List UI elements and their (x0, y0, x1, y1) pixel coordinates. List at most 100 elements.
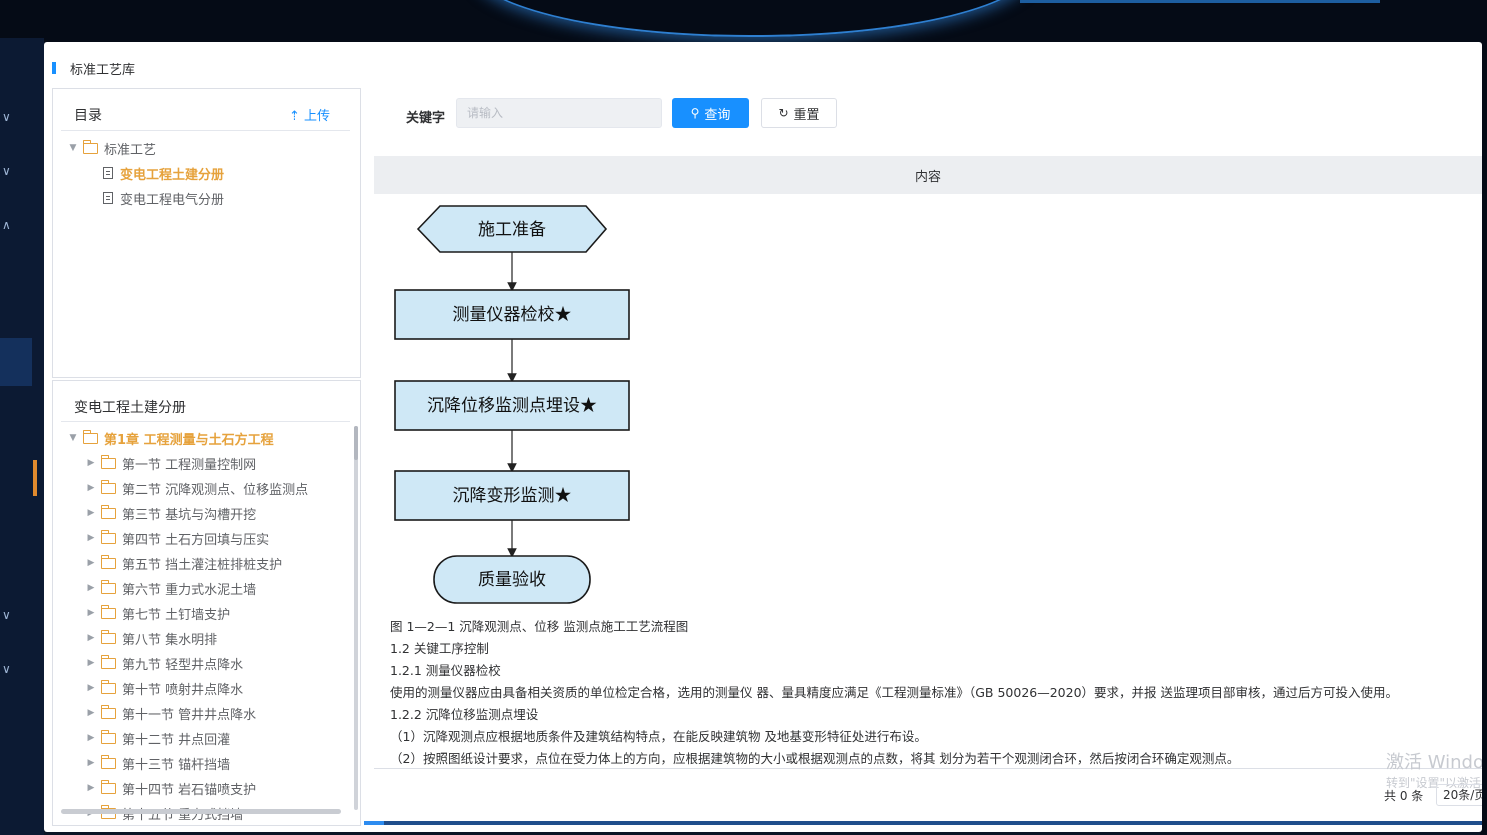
chevron-down-icon[interactable]: ∨ (2, 608, 11, 622)
paragraph: 使用的测量仪器应由具备相关资质的单位检定合格，选用的测量仪 器、量具精度应满足《… (390, 685, 1399, 700)
caret-right-icon[interactable]: ▶ (85, 683, 97, 693)
paragraph: （1）沉降观测点应根据地质条件及建筑结构特点，在能反映建筑物 及地基变形特征处进… (390, 729, 927, 744)
content-horizontal-scrollbar[interactable] (364, 821, 1482, 825)
content-cell: 施工准备 测量仪器检校★ 沉降位移监测点埋设★ 沉降变形监测★ 质量验收 图 1… (374, 194, 1482, 768)
caret-down-icon[interactable]: ▼ (67, 143, 79, 153)
folder-icon (100, 679, 116, 694)
folder-open-icon (82, 139, 98, 154)
caret-right-icon[interactable]: ▶ (85, 733, 97, 743)
tree-section-node[interactable]: ▶ 第二节 沉降观测点、位移监测点 (85, 477, 308, 499)
caret-right-icon[interactable]: ▶ (85, 758, 97, 768)
caret-right-icon[interactable]: ▶ (85, 708, 97, 718)
content-text-block: 图 1—2—1 沉降观测点、位移 监测点施工工艺流程图 1.2 关键工序控制 1… (390, 616, 1482, 768)
folder-icon (100, 579, 116, 594)
tree-section-label: 第七节 土钉墙支护 (122, 607, 231, 623)
caret-right-icon[interactable]: ▶ (85, 483, 97, 493)
chevron-down-icon[interactable]: ∨ (2, 662, 11, 676)
caret-right-icon[interactable]: ▶ (85, 658, 97, 668)
tree-section-node[interactable]: ▶ 第四节 土石方回填与压实 (85, 527, 269, 549)
tree-section-node[interactable]: ▶ 第九节 轻型井点降水 (85, 652, 243, 674)
tree-section-label: 第十节 喷射井点降水 (122, 682, 244, 698)
tree-section-node[interactable]: ▶ 第六节 重力式水泥土墙 (85, 577, 256, 599)
search-button-label: 查询 (704, 107, 731, 123)
app-side-nav: ∨ ∨ ∧ ∨ ∨ (0, 38, 44, 835)
folder-icon (100, 629, 116, 644)
tree-item-civil[interactable]: 变电工程土建分册 (99, 162, 224, 184)
tree-section-node[interactable]: ▶ 第三节 基坑与沟槽开挖 (85, 502, 256, 524)
chevron-up-icon[interactable]: ∧ (2, 218, 11, 232)
catalog-box: 目录 ⇡ 上传 ▼ 标准工艺 变电工程土建分册 变电工程电气分册 (52, 88, 361, 378)
chapter-label: 第1章 工程测量与土石方工程 (104, 432, 274, 448)
flow-step-label: 沉降变形监测★ (453, 486, 572, 506)
panel-header: 标准工艺库 (52, 58, 135, 78)
content-column-header: 内容 (374, 156, 1482, 194)
refresh-icon: ↻ (778, 106, 789, 120)
upload-label: 上传 (303, 109, 330, 124)
pagination-total: 共 0 条 (1384, 789, 1424, 803)
activation-watermark: 激活 Windows (1386, 752, 1482, 773)
figure-caption: 图 1—2—1 沉降观测点、位移 监测点施工工艺流程图 (390, 619, 689, 634)
tree-item-electrical[interactable]: 变电工程电气分册 (99, 187, 224, 209)
tree-section-node[interactable]: ▶ 第七节 土钉墙支护 (85, 602, 230, 624)
chevron-down-icon[interactable]: ∨ (2, 110, 11, 124)
tree-section-label: 第十二节 井点回灌 (122, 732, 231, 748)
chapter-tree-box: 变电工程土建分册 ▼ 第1章 工程测量与土石方工程 ▶ 第一节 工程测量控制网 ▶ 第… (52, 380, 361, 826)
tree-section-label: 第六节 重力式水泥土墙 (122, 582, 257, 598)
tree-section-node[interactable]: ▶ 第十二节 井点回灌 (85, 727, 230, 749)
caret-right-icon[interactable]: ▶ (85, 608, 97, 618)
reset-button[interactable]: ↻ 重置 (761, 98, 837, 128)
content-bottom-border (374, 768, 1482, 769)
paragraph: （2）按照图纸设计要求，点位在受力体上的方向，应根据建筑物的大小或根据观测点的点… (390, 751, 1240, 766)
scrollbar-thumb[interactable] (354, 426, 358, 460)
caret-down-icon[interactable]: ▼ (67, 433, 79, 443)
flow-step-label: 施工准备 (478, 220, 546, 240)
content-header-label: 内容 (914, 169, 941, 185)
tree-section-node[interactable]: ▶ 第十三节 锚杆挡墙 (85, 752, 230, 774)
tree-section-node[interactable]: ▶ 第八节 集水明排 (85, 627, 217, 649)
caret-right-icon[interactable]: ▶ (85, 783, 97, 793)
tree-section-node[interactable]: ▶ 第十四节 岩石锚喷支护 (85, 777, 256, 799)
caret-right-icon[interactable]: ▶ (85, 533, 97, 543)
reset-button-label: 重置 (793, 107, 820, 123)
tree-vertical-scrollbar[interactable] (354, 426, 358, 810)
tree-section-label: 第三节 基坑与沟槽开挖 (122, 507, 257, 523)
folder-icon (100, 454, 116, 469)
scrollbar-thumb[interactable] (364, 821, 384, 825)
tree-item-label: 变电工程电气分册 (120, 192, 225, 208)
tree-section-node[interactable]: ▶ 第一节 工程测量控制网 (85, 452, 256, 474)
search-button[interactable]: ⚲ 查询 (672, 98, 749, 128)
chevron-down-icon[interactable]: ∨ (2, 164, 11, 178)
caret-right-icon[interactable]: ▶ (85, 508, 97, 518)
folder-icon (100, 554, 116, 569)
tree-horizontal-scrollbar[interactable] (61, 809, 341, 814)
caret-right-icon[interactable]: ▶ (85, 633, 97, 643)
tree-root-node[interactable]: ▼ 标准工艺 (67, 137, 156, 159)
caret-right-icon[interactable]: ▶ (85, 558, 97, 568)
caret-right-icon[interactable]: ▶ (85, 458, 97, 468)
banner-line-decoration (1020, 0, 1380, 3)
search-icon: ⚲ (690, 106, 700, 120)
tree-section-node[interactable]: ▶ 第十节 喷射井点降水 (85, 677, 243, 699)
folder-icon (100, 504, 116, 519)
tree-section-label: 第十一节 管井井点降水 (122, 707, 257, 723)
tree-section-label: 第十四节 岩石锚喷支护 (122, 782, 257, 798)
tree-item-label: 变电工程土建分册 (120, 167, 225, 183)
folder-icon (100, 704, 116, 719)
upload-button[interactable]: ⇡ 上传 (289, 105, 330, 124)
keyword-input[interactable] (456, 98, 662, 128)
folder-icon (100, 754, 116, 769)
process-flowchart: 施工准备 测量仪器检校★ 沉降位移监测点埋设★ 沉降变形监测★ 质量验收 (390, 198, 636, 608)
tree-section-label: 第二节 沉降观测点、位移监测点 (122, 482, 309, 498)
tree-section-node[interactable]: ▶ 第十一节 管井井点降水 (85, 702, 256, 724)
side-nav-active-block[interactable] (0, 338, 32, 386)
folder-icon (100, 654, 116, 669)
upload-icon: ⇡ (288, 109, 300, 124)
page-size-select[interactable]: 20条/页 (1436, 784, 1482, 806)
tree-section-node[interactable]: ▶ 第五节 挡土灌注桩排桩支护 (85, 552, 282, 574)
caret-right-icon[interactable]: ▶ (85, 583, 97, 593)
panel-title: 标准工艺库 (70, 62, 136, 78)
tree-chapter-node[interactable]: ▼ 第1章 工程测量与土石方工程 (67, 427, 274, 449)
document-icon (103, 167, 113, 179)
flow-step-label: 质量验收 (478, 570, 546, 590)
flow-step-label: 沉降位移监测点埋设★ (427, 396, 597, 416)
